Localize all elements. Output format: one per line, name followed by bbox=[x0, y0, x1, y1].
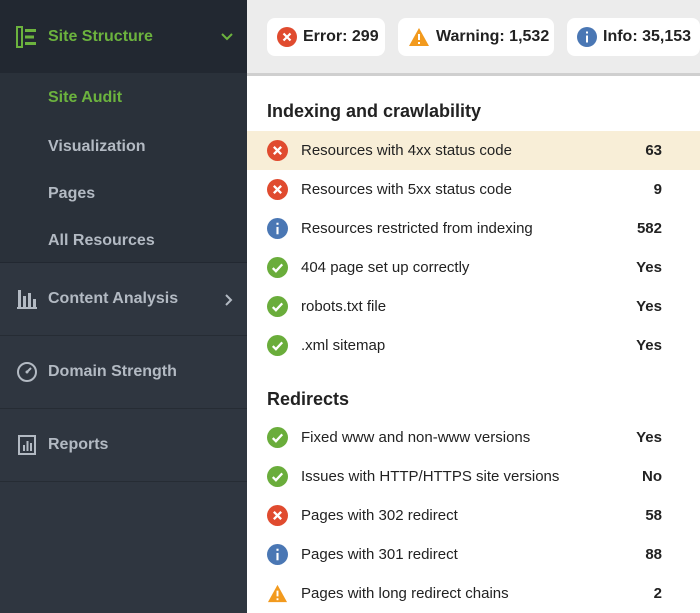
issue-value: 9 bbox=[653, 181, 662, 198]
warning-icon bbox=[267, 583, 288, 604]
nav-reports[interactable]: Reports bbox=[0, 409, 247, 482]
issue-label: Pages with 301 redirect bbox=[301, 546, 458, 563]
error-icon bbox=[277, 27, 297, 47]
issue-label: robots.txt file bbox=[301, 298, 387, 315]
nav-site-structure[interactable]: Site Structure bbox=[0, 0, 247, 73]
info-count-label: Info: 35,153 bbox=[603, 28, 692, 45]
error-count-badge[interactable]: Error: 299 bbox=[267, 18, 385, 56]
nav-reports-label: Reports bbox=[48, 436, 109, 453]
issue-value: Yes bbox=[636, 259, 662, 276]
issue-label: 404 page set up correctly bbox=[301, 259, 470, 276]
info-count-badge[interactable]: Info: 35,153 bbox=[567, 18, 700, 56]
issue-label: .xml sitemap bbox=[301, 337, 386, 354]
error-icon bbox=[267, 140, 288, 161]
nav-domain-strength[interactable]: Domain Strength bbox=[0, 336, 247, 409]
issue-label: Pages with long redirect chains bbox=[301, 585, 509, 602]
sidebar-item-label: All Resources bbox=[48, 231, 155, 249]
error-count-label: Error: 299 bbox=[303, 28, 379, 45]
sidebar-item-label: Visualization bbox=[48, 137, 146, 155]
info-icon bbox=[267, 218, 288, 239]
issue-label: Pages with 302 redirect bbox=[301, 507, 458, 524]
issue-value: No bbox=[642, 468, 662, 485]
issue-value: 88 bbox=[645, 546, 662, 563]
warning-icon bbox=[408, 27, 430, 47]
issue-row[interactable]: Issues with HTTP/HTTPS site versions No bbox=[247, 457, 700, 496]
sidebar-item-label: Site Audit bbox=[48, 89, 123, 106]
issue-value: 2 bbox=[653, 585, 662, 602]
info-icon bbox=[267, 544, 288, 565]
sidebar-item-label: Pages bbox=[48, 184, 96, 202]
issue-row[interactable]: Resources with 5xx status code 9 bbox=[247, 170, 700, 209]
issue-row[interactable]: Pages with 302 redirect 58 bbox=[247, 496, 700, 535]
error-icon bbox=[267, 505, 288, 526]
check-icon bbox=[267, 466, 288, 487]
sidebar-item-all-resources[interactable]: All Resources bbox=[0, 217, 247, 264]
issue-label: Fixed www and non-www versions bbox=[301, 429, 531, 446]
error-icon bbox=[267, 179, 288, 200]
issue-row[interactable]: Fixed www and non-www versions Yes bbox=[247, 418, 700, 457]
issue-value: 63 bbox=[645, 142, 662, 159]
gauge-icon bbox=[16, 361, 38, 383]
issue-row[interactable]: .xml sitemap Yes bbox=[247, 326, 700, 365]
chevron-right-icon[interactable] bbox=[225, 293, 233, 311]
nav-site-structure-label: Site Structure bbox=[48, 27, 153, 45]
info-icon bbox=[577, 27, 597, 47]
section-title-redirects: Redirects bbox=[267, 389, 350, 409]
site-structure-submenu: Site Audit Visualization Pages All Resou… bbox=[0, 73, 247, 263]
issue-row[interactable]: Pages with 301 redirect 88 bbox=[247, 535, 700, 574]
check-icon bbox=[267, 427, 288, 448]
issue-value: 58 bbox=[645, 507, 662, 524]
issue-row[interactable]: Pages with long redirect chains 2 bbox=[247, 574, 700, 613]
site-structure-icon bbox=[16, 25, 38, 48]
issue-row[interactable]: Resources restricted from indexing 582 bbox=[247, 209, 700, 248]
issue-label: Resources restricted from indexing bbox=[301, 220, 533, 237]
sidebar-item-pages[interactable]: Pages bbox=[0, 170, 247, 217]
sidebar-item-site-audit[interactable]: Site Audit bbox=[0, 73, 247, 123]
issue-label: Resources with 5xx status code bbox=[301, 181, 512, 198]
nav-content-analysis[interactable]: Content Analysis bbox=[0, 263, 247, 336]
check-icon bbox=[267, 257, 288, 278]
issue-value: Yes bbox=[636, 298, 662, 315]
section-title-indexing: Indexing and crawlability bbox=[267, 101, 482, 121]
issue-value: 582 bbox=[636, 220, 662, 237]
check-icon bbox=[267, 296, 288, 317]
issues-panel: Indexing and crawlability Resources with… bbox=[247, 79, 700, 613]
nav-domain-strength-label: Domain Strength bbox=[48, 363, 177, 380]
issue-label: Issues with HTTP/HTTPS site versions bbox=[301, 468, 560, 485]
issue-value: Yes bbox=[636, 337, 662, 354]
check-icon bbox=[267, 335, 288, 356]
issue-label: Resources with 4xx status code bbox=[301, 142, 512, 159]
content-analysis-icon bbox=[16, 288, 38, 310]
summary-bar: Error: 299 Warning: 1,532 Info: 35,153 bbox=[247, 0, 700, 76]
warning-count-badge[interactable]: Warning: 1,532 bbox=[398, 18, 554, 56]
issue-row[interactable]: Resources with 4xx status code 63 bbox=[247, 131, 700, 170]
issue-value: Yes bbox=[636, 429, 662, 446]
sidebar: Site Structure Site Audit Visualization … bbox=[0, 0, 247, 613]
nav-content-analysis-label: Content Analysis bbox=[48, 290, 179, 307]
issue-row[interactable]: robots.txt file Yes bbox=[247, 287, 700, 326]
sidebar-item-visualization[interactable]: Visualization bbox=[0, 123, 247, 170]
issue-row[interactable]: 404 page set up correctly Yes bbox=[247, 248, 700, 287]
warning-count-label: Warning: 1,532 bbox=[436, 28, 550, 45]
chevron-down-icon[interactable] bbox=[221, 28, 233, 46]
report-icon bbox=[16, 434, 38, 456]
